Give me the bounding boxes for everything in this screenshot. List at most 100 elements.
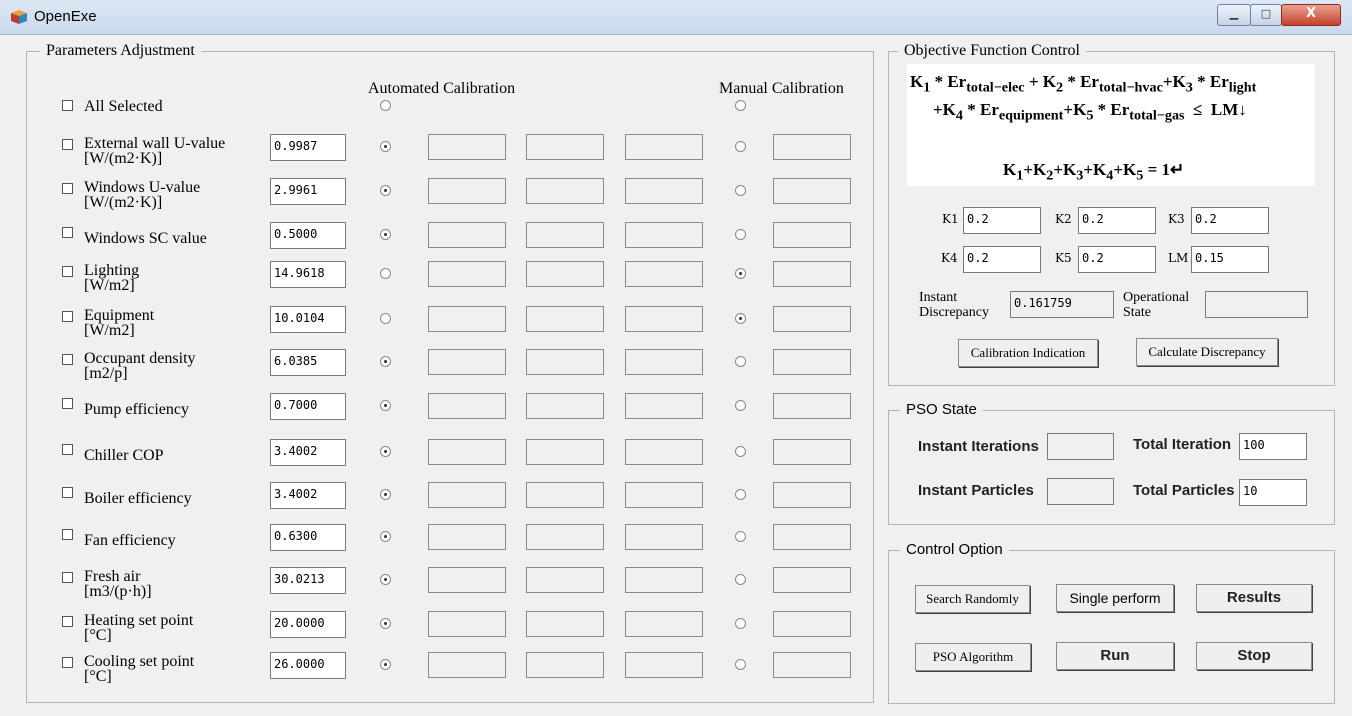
- auto-range-field-2[interactable]: [526, 439, 604, 465]
- param-checkbox[interactable]: [62, 616, 73, 627]
- auto-range-field-1[interactable]: [428, 611, 506, 637]
- auto-range-field-3[interactable]: [625, 222, 703, 248]
- param-value-field[interactable]: 3.4002: [270, 439, 346, 466]
- auto-range-field-3[interactable]: [625, 567, 703, 593]
- auto-range-field-2[interactable]: [526, 178, 604, 204]
- param-value-field[interactable]: 26.0000: [270, 652, 346, 679]
- close-button[interactable]: X: [1281, 4, 1341, 26]
- lm-field[interactable]: 0.15: [1191, 246, 1269, 273]
- param-checkbox[interactable]: [62, 444, 73, 455]
- param-checkbox[interactable]: [62, 487, 73, 498]
- auto-calibration-radio[interactable]: [380, 400, 391, 411]
- auto-range-field-3[interactable]: [625, 482, 703, 508]
- param-checkbox[interactable]: [62, 572, 73, 583]
- auto-all-radio[interactable]: [380, 100, 391, 111]
- manual-calibration-radio[interactable]: [735, 489, 746, 500]
- param-value-field[interactable]: 2.9961: [270, 178, 346, 205]
- param-value-field[interactable]: 10.0104: [270, 306, 346, 333]
- manual-value-field[interactable]: [773, 482, 851, 508]
- auto-calibration-radio[interactable]: [380, 268, 391, 279]
- param-checkbox[interactable]: [62, 354, 73, 365]
- results-button[interactable]: Results: [1196, 584, 1312, 612]
- k5-field[interactable]: 0.2: [1078, 246, 1156, 273]
- manual-value-field[interactable]: [773, 439, 851, 465]
- all-selected-checkbox[interactable]: [62, 100, 73, 111]
- run-button[interactable]: Run: [1056, 642, 1174, 670]
- auto-range-field-3[interactable]: [625, 524, 703, 550]
- auto-range-field-3[interactable]: [625, 652, 703, 678]
- auto-calibration-radio[interactable]: [380, 659, 391, 670]
- manual-calibration-radio[interactable]: [735, 229, 746, 240]
- auto-range-field-1[interactable]: [428, 261, 506, 287]
- total-particles-field[interactable]: 10: [1239, 479, 1307, 506]
- maximize-button[interactable]: □: [1250, 4, 1282, 26]
- auto-range-field-3[interactable]: [625, 178, 703, 204]
- param-checkbox[interactable]: [62, 183, 73, 194]
- auto-range-field-3[interactable]: [625, 306, 703, 332]
- param-checkbox[interactable]: [62, 529, 73, 540]
- param-checkbox[interactable]: [62, 657, 73, 668]
- auto-range-field-3[interactable]: [625, 611, 703, 637]
- auto-range-field-3[interactable]: [625, 349, 703, 375]
- auto-range-field-2[interactable]: [526, 393, 604, 419]
- manual-calibration-radio[interactable]: [735, 356, 746, 367]
- manual-calibration-radio[interactable]: [735, 400, 746, 411]
- stop-button[interactable]: Stop: [1196, 642, 1312, 670]
- auto-calibration-radio[interactable]: [380, 356, 391, 367]
- manual-calibration-radio[interactable]: [735, 268, 746, 279]
- manual-value-field[interactable]: [773, 393, 851, 419]
- auto-range-field-2[interactable]: [526, 524, 604, 550]
- auto-calibration-radio[interactable]: [380, 141, 391, 152]
- calibration-indication-button[interactable]: Calibration Indication: [958, 339, 1098, 367]
- manual-calibration-radio[interactable]: [735, 313, 746, 324]
- manual-all-radio[interactable]: [735, 100, 746, 111]
- param-checkbox[interactable]: [62, 398, 73, 409]
- auto-range-field-3[interactable]: [625, 439, 703, 465]
- k4-field[interactable]: 0.2: [963, 246, 1041, 273]
- auto-range-field-1[interactable]: [428, 178, 506, 204]
- auto-range-field-2[interactable]: [526, 306, 604, 332]
- param-value-field[interactable]: 6.0385: [270, 349, 346, 376]
- manual-value-field[interactable]: [773, 349, 851, 375]
- auto-range-field-2[interactable]: [526, 611, 604, 637]
- param-value-field[interactable]: 3.4002: [270, 482, 346, 509]
- auto-range-field-3[interactable]: [625, 393, 703, 419]
- calculate-discrepancy-button[interactable]: Calculate Discrepancy: [1136, 338, 1278, 366]
- single-perform-button[interactable]: Single perform: [1056, 584, 1174, 612]
- k2-field[interactable]: 0.2: [1078, 207, 1156, 234]
- auto-range-field-1[interactable]: [428, 134, 506, 160]
- auto-range-field-1[interactable]: [428, 222, 506, 248]
- auto-range-field-2[interactable]: [526, 652, 604, 678]
- manual-value-field[interactable]: [773, 134, 851, 160]
- param-value-field[interactable]: 30.0213: [270, 567, 346, 594]
- manual-value-field[interactable]: [773, 611, 851, 637]
- manual-calibration-radio[interactable]: [735, 574, 746, 585]
- auto-range-field-1[interactable]: [428, 524, 506, 550]
- manual-value-field[interactable]: [773, 652, 851, 678]
- auto-calibration-radio[interactable]: [380, 446, 391, 457]
- auto-calibration-radio[interactable]: [380, 574, 391, 585]
- param-value-field[interactable]: 0.9987: [270, 134, 346, 161]
- manual-value-field[interactable]: [773, 178, 851, 204]
- auto-range-field-1[interactable]: [428, 393, 506, 419]
- param-checkbox[interactable]: [62, 139, 73, 150]
- auto-range-field-2[interactable]: [526, 261, 604, 287]
- auto-range-field-1[interactable]: [428, 482, 506, 508]
- total-iteration-field[interactable]: 100: [1239, 433, 1307, 460]
- auto-calibration-radio[interactable]: [380, 229, 391, 240]
- auto-range-field-1[interactable]: [428, 652, 506, 678]
- manual-calibration-radio[interactable]: [735, 185, 746, 196]
- param-checkbox[interactable]: [62, 266, 73, 277]
- auto-range-field-2[interactable]: [526, 482, 604, 508]
- auto-range-field-1[interactable]: [428, 439, 506, 465]
- param-value-field[interactable]: 14.9618: [270, 261, 346, 288]
- auto-calibration-radio[interactable]: [380, 489, 391, 500]
- auto-calibration-radio[interactable]: [380, 531, 391, 542]
- search-randomly-button[interactable]: Search Randomly: [915, 585, 1030, 613]
- minimize-button[interactable]: ▁: [1217, 4, 1251, 26]
- manual-calibration-radio[interactable]: [735, 618, 746, 629]
- manual-calibration-radio[interactable]: [735, 531, 746, 542]
- auto-range-field-2[interactable]: [526, 349, 604, 375]
- manual-value-field[interactable]: [773, 261, 851, 287]
- manual-calibration-radio[interactable]: [735, 659, 746, 670]
